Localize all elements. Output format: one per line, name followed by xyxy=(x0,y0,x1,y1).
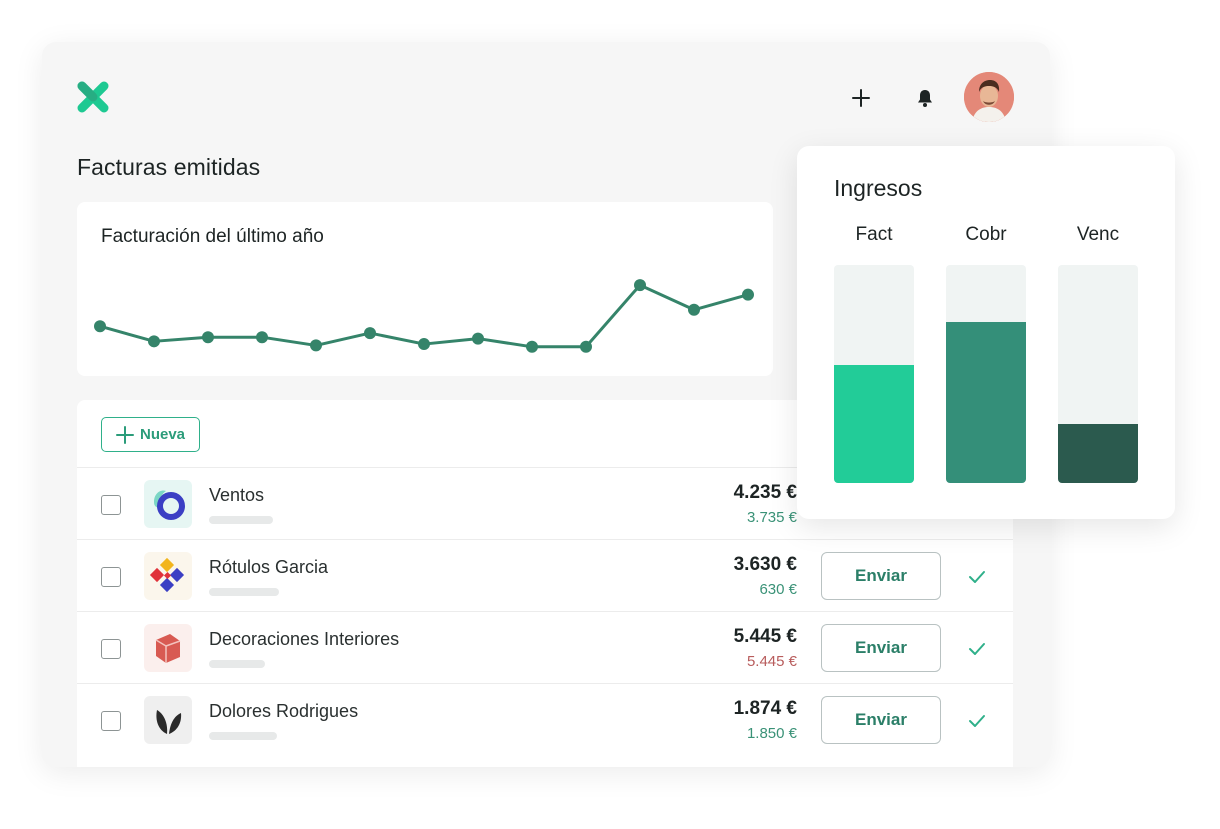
invoice-pending: 3.735 € xyxy=(746,509,797,526)
invoice-total: 5.445 € xyxy=(733,626,797,647)
billing-data-point[interactable] xyxy=(148,335,160,348)
plus-icon xyxy=(115,425,134,444)
name-skeleton xyxy=(209,588,279,596)
bar-track-cobr xyxy=(946,265,1026,483)
bar-track-fact xyxy=(834,265,914,483)
income-title: Ingresos xyxy=(834,175,923,201)
billing-data-point[interactable] xyxy=(634,279,646,292)
send-button[interactable]: Enviar xyxy=(821,552,941,600)
check-icon xyxy=(969,643,985,655)
bar-venc xyxy=(1058,424,1138,483)
billing-chart-card: Facturación del último año xyxy=(77,202,773,376)
client-name: Rótulos Garcia xyxy=(209,557,329,577)
notifications-button[interactable] xyxy=(909,82,941,114)
client-name: Ventos xyxy=(209,485,265,505)
billing-data-point[interactable] xyxy=(202,331,214,344)
send-button[interactable]: Enviar xyxy=(821,696,941,744)
billing-data-point[interactable] xyxy=(742,288,754,301)
billing-data-point[interactable] xyxy=(526,340,538,353)
row-checkbox[interactable] xyxy=(101,639,121,659)
bar-track-venc xyxy=(1058,265,1138,483)
row-checkbox[interactable] xyxy=(101,711,121,731)
billing-series-line xyxy=(99,283,749,349)
client-name: Dolores Rodrigues xyxy=(209,701,359,721)
rotulos-logo-icon xyxy=(144,552,192,600)
row-checkbox[interactable] xyxy=(101,567,121,587)
bar-label-venc: Venc xyxy=(1076,224,1120,245)
invoice-pending: 1.850 € xyxy=(746,725,797,742)
billing-data-point[interactable] xyxy=(580,340,592,353)
dolores-logo-icon xyxy=(144,696,192,744)
bar-cobr xyxy=(946,321,1026,483)
invoice-row[interactable]: Decoraciones Interiores 5.445 € 5.445 € … xyxy=(77,611,1013,683)
bell-icon xyxy=(918,90,932,107)
check-icon xyxy=(969,571,985,583)
income-panel: Ingresos Fact Cobr Venc xyxy=(797,146,1175,519)
invoice-row[interactable]: Dolores Rodrigues 1.874 € 1.850 € Enviar xyxy=(77,683,1013,755)
billing-chart-title: Facturación del último año xyxy=(101,226,324,247)
bar-label-fact: Fact xyxy=(855,224,893,245)
billing-data-point[interactable] xyxy=(310,339,322,352)
check-icon xyxy=(969,715,985,727)
bar-fact xyxy=(834,365,914,483)
new-invoice-label: Nueva xyxy=(139,426,186,443)
name-skeleton xyxy=(209,660,265,668)
user-avatar[interactable] xyxy=(964,72,1014,122)
invoice-total: 3.630 € xyxy=(733,554,797,575)
client-name: Decoraciones Interiores xyxy=(209,629,400,649)
billing-data-point[interactable] xyxy=(472,332,484,345)
ventos-logo-icon xyxy=(144,480,192,528)
page-title: Facturas emitidas xyxy=(77,154,261,180)
row-checkbox[interactable] xyxy=(101,495,121,515)
invoice-overdue: 5.445 € xyxy=(746,653,797,670)
billing-data-point[interactable] xyxy=(364,327,376,340)
decoraciones-logo-icon xyxy=(144,624,192,672)
invoice-pending: 630 € xyxy=(759,581,797,598)
billing-data-point[interactable] xyxy=(418,338,430,351)
send-button[interactable]: Enviar xyxy=(821,624,941,672)
billing-data-point[interactable] xyxy=(256,331,268,344)
x-logo-icon[interactable] xyxy=(76,80,110,114)
billing-data-point[interactable] xyxy=(94,320,106,333)
billing-line-chart xyxy=(94,279,754,353)
plus-icon xyxy=(852,89,870,107)
name-skeleton xyxy=(209,516,273,524)
invoice-total: 4.235 € xyxy=(733,482,797,503)
name-skeleton xyxy=(209,732,277,740)
invoice-row[interactable]: Rótulos Garcia 3.630 € 630 € Enviar xyxy=(77,539,1013,611)
add-button[interactable] xyxy=(845,82,877,114)
invoice-total: 1.874 € xyxy=(733,698,797,719)
new-invoice-button[interactable]: Nueva xyxy=(101,417,200,452)
bar-label-cobr: Cobr xyxy=(965,224,1007,245)
billing-data-point[interactable] xyxy=(688,303,700,316)
